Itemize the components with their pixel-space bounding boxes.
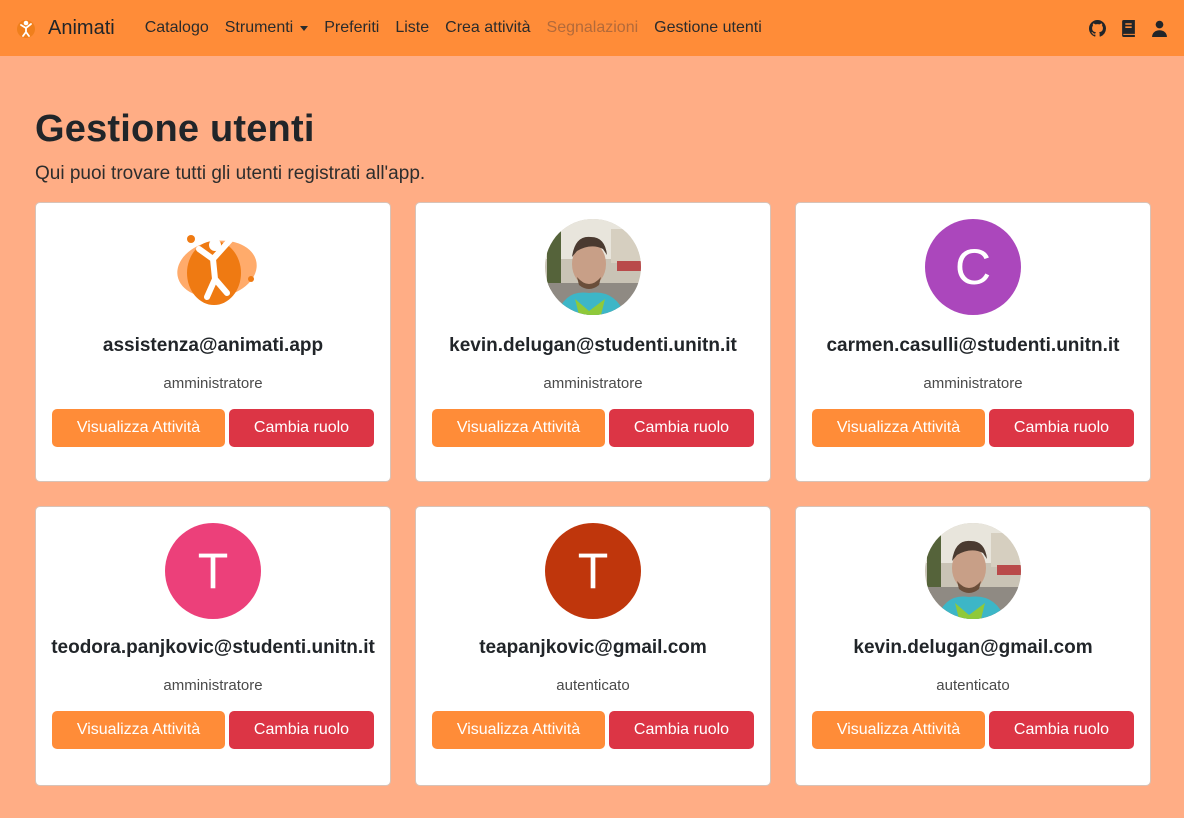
nav-liste[interactable]: Liste <box>387 19 437 37</box>
avatar-initial: T <box>545 523 641 619</box>
change-role-button[interactable]: Cambia ruolo <box>989 711 1134 749</box>
change-role-button[interactable]: Cambia ruolo <box>609 409 754 447</box>
change-role-button[interactable]: Cambia ruolo <box>609 711 754 749</box>
brand[interactable]: Animati <box>14 16 115 40</box>
card-actions: Visualizza Attività Cambia ruolo <box>52 711 374 749</box>
user-email: assistenza@animati.app <box>102 335 324 356</box>
user-card: T teodora.panjkovic@studenti.unitn.it am… <box>35 506 391 786</box>
user-card: T teapanjkovic@gmail.com autenticato Vis… <box>415 506 771 786</box>
nav-strumenti-label: Strumenti <box>224 19 294 36</box>
nav-strumenti-dropdown[interactable]: Strumenti <box>217 19 316 37</box>
user-role: amministratore <box>163 375 263 392</box>
avatar-photo <box>925 523 1021 619</box>
nav-segnalazioni[interactable]: Segnalazioni <box>539 19 647 37</box>
nav-catalogo[interactable]: Catalogo <box>137 19 217 37</box>
user-role: autenticato <box>936 677 1010 694</box>
user-email: teodora.panjkovic@studenti.unitn.it <box>51 637 375 658</box>
main-content: Gestione utenti Qui puoi trovare tutti g… <box>0 56 1184 786</box>
change-role-button[interactable]: Cambia ruolo <box>229 409 374 447</box>
animati-logo-icon <box>17 20 35 38</box>
nav-gestione-utenti[interactable]: Gestione utenti <box>646 19 770 37</box>
card-actions: Visualizza Attività Cambia ruolo <box>432 711 754 749</box>
avatar-logo <box>165 219 261 315</box>
view-activities-button[interactable]: Visualizza Attività <box>812 711 985 749</box>
user-role: amministratore <box>543 375 643 392</box>
user-icon[interactable] <box>1151 20 1168 37</box>
page-title: Gestione utenti <box>35 108 315 150</box>
user-role: autenticato <box>556 677 630 694</box>
view-activities-button[interactable]: Visualizza Attività <box>52 711 225 749</box>
view-activities-button[interactable]: Visualizza Attività <box>52 409 225 447</box>
view-activities-button[interactable]: Visualizza Attività <box>432 409 605 447</box>
user-email: kevin.delugan@gmail.com <box>853 637 1093 658</box>
card-actions: Visualizza Attività Cambia ruolo <box>52 409 374 447</box>
animati-logo-icon <box>177 235 257 305</box>
card-actions: Visualizza Attività Cambia ruolo <box>812 711 1134 749</box>
avatar-initial: T <box>165 523 261 619</box>
user-card: kevin.delugan@gmail.com autenticato Visu… <box>795 506 1151 786</box>
user-email: teapanjkovic@gmail.com <box>479 637 707 658</box>
users-grid: assistenza@animati.app amministratore Vi… <box>35 202 1151 786</box>
profile-photo-image <box>925 523 1021 619</box>
avatar-letter: T <box>577 543 609 599</box>
brand-name: Animati <box>48 16 115 39</box>
view-activities-button[interactable]: Visualizza Attività <box>432 711 605 749</box>
github-icon[interactable] <box>1089 19 1106 37</box>
profile-photo-image <box>545 219 641 315</box>
nav-preferiti[interactable]: Preferiti <box>316 19 387 37</box>
book-icon[interactable] <box>1120 19 1137 37</box>
view-activities-button[interactable]: Visualizza Attività <box>812 409 985 447</box>
user-role: amministratore <box>923 375 1023 392</box>
nav-crea-attivita[interactable]: Crea attività <box>437 19 538 37</box>
top-navbar: Animati Catalogo Strumenti Preferiti Lis… <box>0 0 1184 56</box>
nav-links: Catalogo Strumenti Preferiti Liste Crea … <box>137 19 770 37</box>
nav-right-icons <box>1089 19 1168 37</box>
user-role: amministratore <box>163 677 263 694</box>
card-actions: Visualizza Attività Cambia ruolo <box>432 409 754 447</box>
user-card: assistenza@animati.app amministratore Vi… <box>35 202 391 482</box>
user-card: kevin.delugan@studenti.unitn.it amminist… <box>415 202 771 482</box>
user-email: kevin.delugan@studenti.unitn.it <box>449 335 737 356</box>
page-subtitle: Qui puoi trovare tutti gli utenti regist… <box>35 163 426 184</box>
avatar-letter: C <box>954 239 992 295</box>
change-role-button[interactable]: Cambia ruolo <box>229 711 374 749</box>
caret-down-icon <box>300 25 309 31</box>
user-email: carmen.casulli@studenti.unitn.it <box>826 335 1120 356</box>
avatar-letter: T <box>197 543 229 599</box>
card-actions: Visualizza Attività Cambia ruolo <box>812 409 1134 447</box>
user-card: C carmen.casulli@studenti.unitn.it ammin… <box>795 202 1151 482</box>
avatar-initial: C <box>925 219 1021 315</box>
change-role-button[interactable]: Cambia ruolo <box>989 409 1134 447</box>
avatar-photo <box>545 219 641 315</box>
